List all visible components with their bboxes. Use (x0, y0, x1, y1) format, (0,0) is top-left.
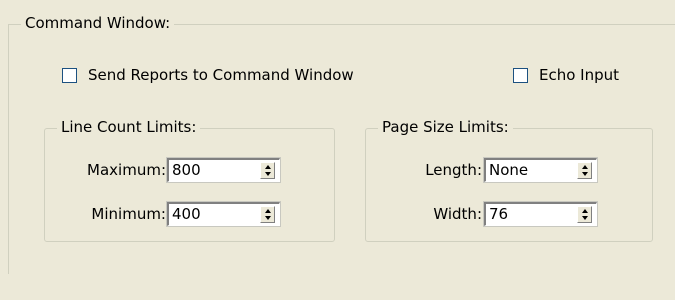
width-increment-icon[interactable] (581, 207, 588, 214)
echo-input-label: Echo Input (539, 66, 620, 84)
length-increment-icon[interactable] (581, 163, 588, 170)
maximum-decrement-icon[interactable] (264, 171, 271, 178)
minimum-spinner[interactable] (260, 206, 275, 223)
length-label: Length: (425, 161, 482, 179)
width-field[interactable] (483, 201, 598, 227)
length-decrement-icon[interactable] (581, 171, 588, 178)
send-reports-checkbox[interactable]: Send Reports to Command Window (62, 66, 354, 84)
length-field[interactable] (483, 157, 598, 183)
maximum-input[interactable] (170, 160, 250, 180)
width-decrement-icon[interactable] (581, 215, 588, 222)
minimum-increment-icon[interactable] (264, 207, 271, 214)
minimum-input[interactable] (170, 204, 250, 224)
send-reports-checkbox-box[interactable] (62, 67, 77, 83)
width-input[interactable] (487, 204, 567, 224)
echo-input-checkbox[interactable]: Echo Input (513, 66, 619, 84)
width-label: Width: (433, 205, 482, 223)
length-input[interactable] (487, 160, 567, 180)
echo-input-checkbox-box[interactable] (513, 67, 528, 83)
maximum-increment-icon[interactable] (264, 163, 271, 170)
line-count-limits-title: Line Count Limits: (57, 118, 201, 136)
maximum-spinner[interactable] (260, 162, 275, 179)
maximum-field[interactable] (166, 157, 281, 183)
length-spinner[interactable] (577, 162, 592, 179)
command-window-title: Command Window: (21, 14, 175, 32)
maximum-label: Maximum: (87, 161, 166, 179)
width-spinner[interactable] (577, 206, 592, 223)
send-reports-label: Send Reports to Command Window (88, 66, 354, 84)
minimum-label: Minimum: (91, 205, 166, 223)
page-size-limits-title: Page Size Limits: (378, 118, 513, 136)
minimum-decrement-icon[interactable] (264, 215, 271, 222)
minimum-field[interactable] (166, 201, 281, 227)
